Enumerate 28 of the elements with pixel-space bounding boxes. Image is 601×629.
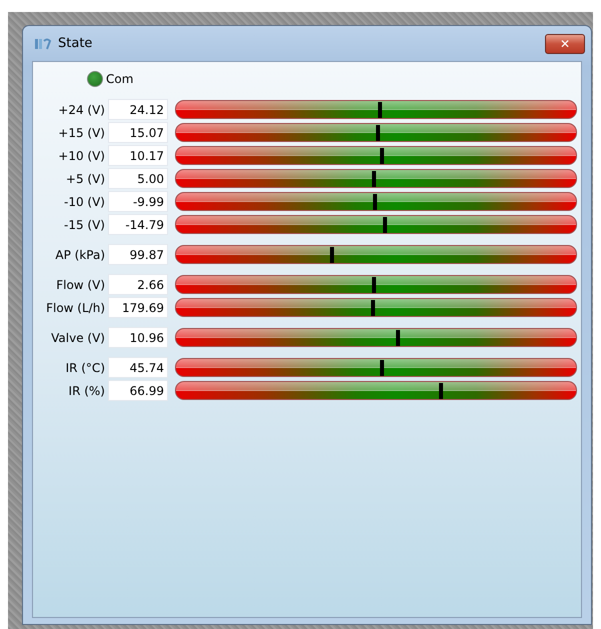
channel-label: Flow (L/h) [45, 300, 106, 314]
value-field: 2.66 [108, 274, 168, 295]
channel-label: -15 (V) [63, 218, 106, 232]
status-label: Com [106, 72, 134, 86]
value-field: 10.17 [108, 145, 168, 166]
close-button[interactable]: ✕ [545, 34, 585, 54]
value-field: 10.96 [108, 327, 168, 348]
channel-label: +5 (V) [64, 172, 106, 186]
channel-label: +15 (V) [57, 126, 106, 140]
channel-label: AP (kPa) [54, 248, 106, 262]
value-field: 45.74 [108, 357, 168, 378]
channel-label: IR (°C) [64, 360, 106, 374]
value-field: 66.99 [108, 380, 168, 401]
window-title: State [58, 36, 94, 51]
channel-label: +10 (V) [57, 148, 106, 162]
value-field: 24.12 [108, 99, 168, 120]
value-field: 179.69 [108, 297, 168, 318]
channel-label: IR (%) [68, 384, 106, 398]
app-icon [34, 38, 52, 50]
value-field: 5.00 [108, 168, 168, 189]
value-field: 15.07 [108, 122, 168, 143]
channel-label: Valve (V) [50, 330, 106, 344]
channel-label: +24 (V) [57, 102, 106, 116]
value-field: -9.99 [108, 191, 168, 212]
channel-label: Flow (V) [55, 278, 106, 292]
value-field: -14.79 [108, 214, 168, 235]
value-field: 99.87 [108, 244, 168, 265]
channel-label: -10 (V) [63, 194, 106, 208]
